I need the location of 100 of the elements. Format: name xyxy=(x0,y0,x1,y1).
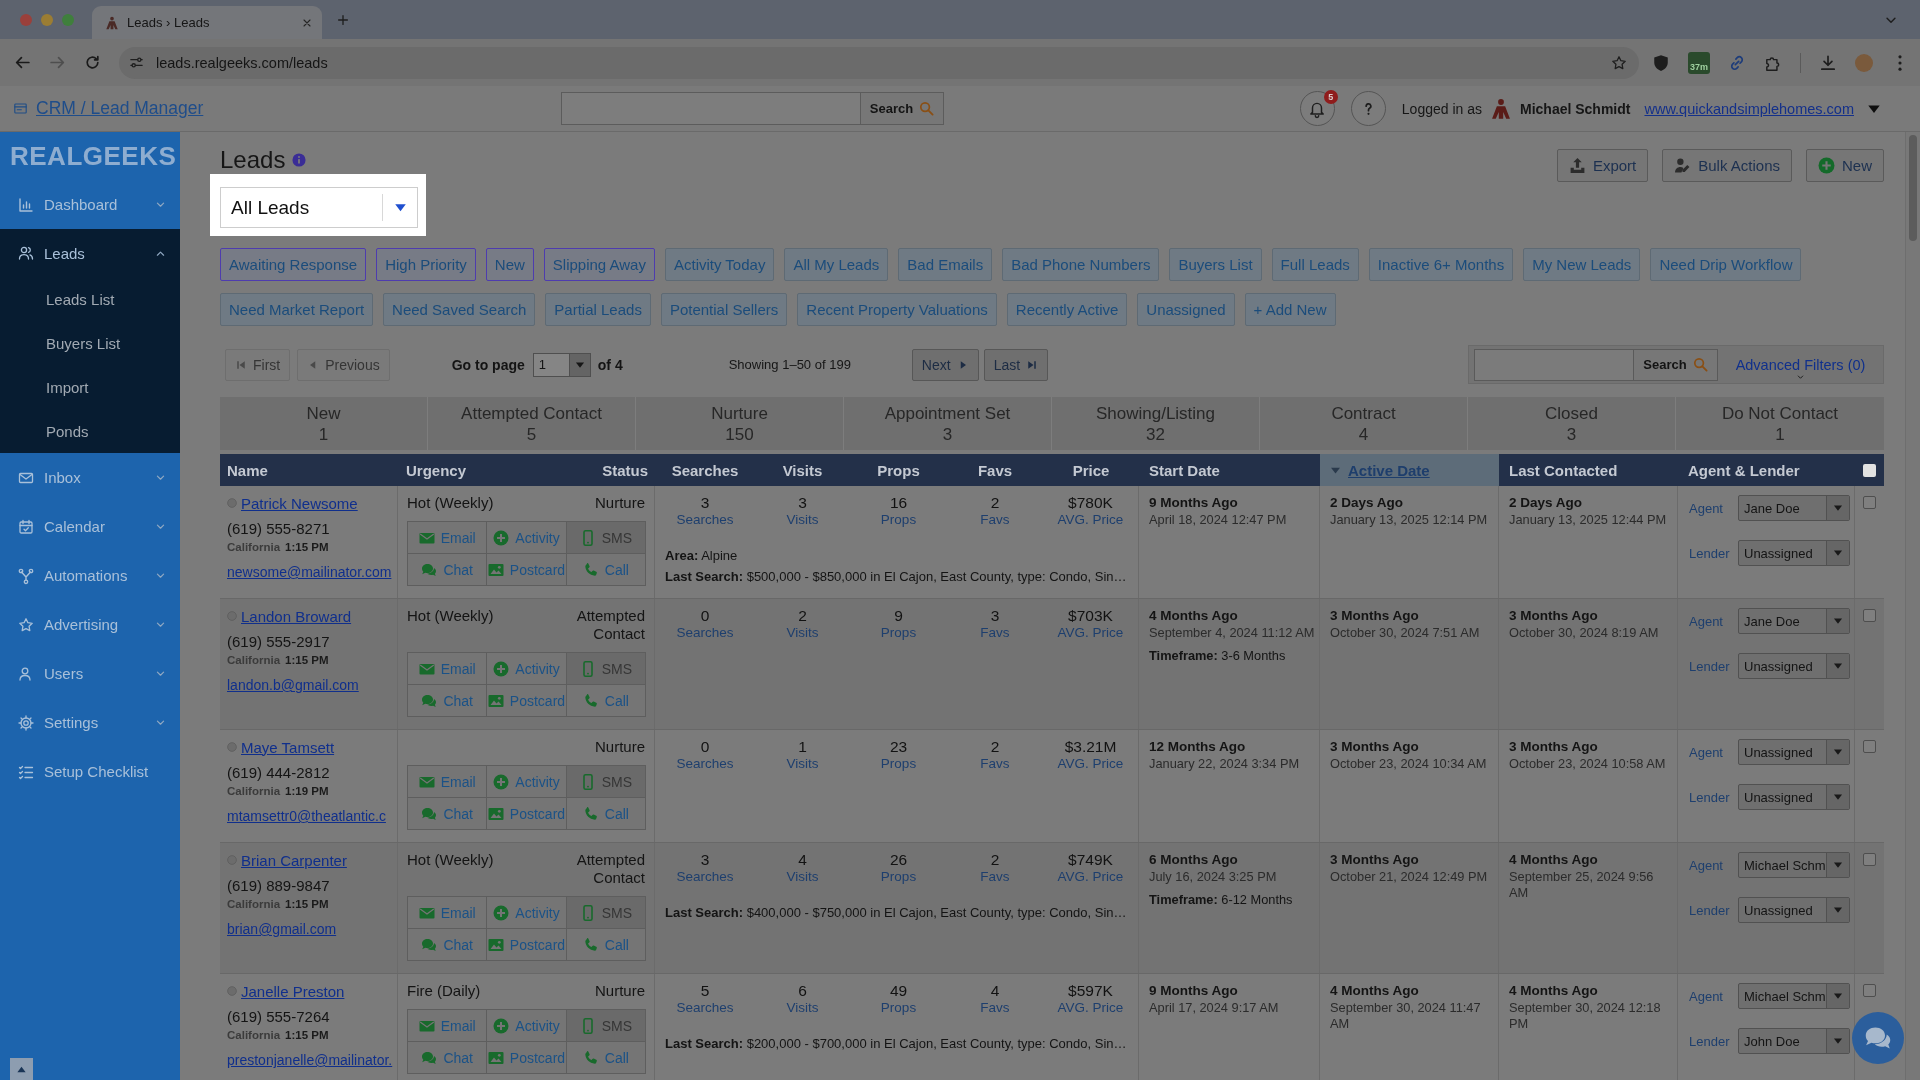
stage-name[interactable]: Attempted Contact xyxy=(461,402,602,424)
column-header[interactable]: Last Contacted xyxy=(1509,461,1618,479)
download-icon[interactable] xyxy=(1819,53,1837,72)
filter-chip[interactable]: Need Saved Search xyxy=(383,293,536,326)
search-button[interactable]: Search xyxy=(861,92,944,125)
filter-chip[interactable]: New xyxy=(485,248,534,281)
lead-name-link[interactable]: Janelle Preston xyxy=(241,982,345,1000)
email-link[interactable]: brian@gmail.com xyxy=(227,920,337,938)
email-button[interactable]: Email xyxy=(407,765,488,798)
filter-chip[interactable]: Bad Phone Numbers xyxy=(1002,248,1160,281)
filter-chip[interactable]: Partial Leads xyxy=(545,293,651,326)
page-select[interactable]: 1 xyxy=(532,352,591,377)
activity-button[interactable]: Activity xyxy=(486,521,567,554)
sidebar-item[interactable]: Settings xyxy=(0,698,180,747)
column-header[interactable]: Name xyxy=(227,461,268,479)
stage-name[interactable]: Do Not Contact xyxy=(1721,402,1839,424)
minimize-window-icon[interactable] xyxy=(41,14,53,26)
back-icon[interactable] xyxy=(14,54,31,71)
stage-name[interactable]: Closed xyxy=(1545,402,1598,424)
postcard-button[interactable]: Postcard xyxy=(486,797,567,830)
assignee-select[interactable]: Jane Doe xyxy=(1738,495,1850,521)
timer-extension-button[interactable]: 37m xyxy=(1688,51,1710,74)
filter-chip[interactable]: Bad Emails xyxy=(898,248,993,281)
avatar-icon[interactable] xyxy=(1855,53,1873,72)
new-button[interactable]: New xyxy=(1806,149,1884,182)
browser-tab[interactable]: Leads › Leads xyxy=(92,6,322,39)
stage-name[interactable]: Showing/Listing xyxy=(1095,402,1216,424)
column-header[interactable]: Urgency xyxy=(406,461,467,479)
sidebar-item[interactable]: Setup Checklist xyxy=(0,747,180,796)
filter-chip[interactable]: My New Leads xyxy=(1523,248,1641,281)
email-link[interactable]: prestonjanelle@mailinator. xyxy=(227,1051,393,1069)
help-button[interactable] xyxy=(1350,91,1386,126)
column-header[interactable]: Favs xyxy=(977,461,1013,479)
call-button[interactable]: Call xyxy=(565,553,646,586)
email-link[interactable]: newsome@mailinator.com xyxy=(227,563,392,581)
column-header[interactable]: Agent & Lender xyxy=(1688,461,1800,479)
sidebar-subitem[interactable]: Buyers List xyxy=(0,321,180,365)
sidebar-item[interactable]: Dashboard xyxy=(0,180,180,229)
email-link[interactable]: landon.b@gmail.com xyxy=(227,676,359,694)
column-header[interactable]: Visits xyxy=(782,461,823,479)
stage-name[interactable]: Appointment Set xyxy=(884,402,1011,424)
plus-icon[interactable] xyxy=(336,13,350,27)
assignee-select[interactable]: Michael Schm xyxy=(1738,852,1850,878)
row-checkbox[interactable] xyxy=(1863,609,1876,622)
chat-button[interactable]: Chat xyxy=(407,928,488,961)
info-icon[interactable] xyxy=(292,153,307,167)
last-page-button[interactable]: Last xyxy=(983,348,1049,381)
sidebar-item[interactable]: Leads xyxy=(0,229,180,277)
forward-icon[interactable] xyxy=(49,54,66,71)
email-button[interactable]: Email xyxy=(407,1009,488,1042)
tune-icon[interactable] xyxy=(129,55,144,70)
site-link[interactable]: www.quickandsimplehomes.com xyxy=(1644,100,1854,117)
row-checkbox[interactable] xyxy=(1863,740,1876,753)
row-checkbox[interactable] xyxy=(1863,984,1876,997)
filter-chip[interactable]: Potential Sellers xyxy=(660,293,788,326)
filter-chip[interactable]: Recently Active xyxy=(1006,293,1128,326)
filter-chip[interactable]: Awaiting Response xyxy=(220,248,367,281)
column-header[interactable]: Searches xyxy=(671,461,739,479)
sidebar-subitem[interactable]: Import xyxy=(0,365,180,409)
sidebar-subitem[interactable]: Ponds xyxy=(0,409,180,453)
assignee-select[interactable]: Unassigned xyxy=(1738,784,1850,810)
column-header[interactable]: Start Date xyxy=(1149,461,1220,479)
assignee-select[interactable]: Michael Schm xyxy=(1738,983,1850,1009)
email-link[interactable]: mtamsettr0@theatlantic.c xyxy=(227,807,386,825)
call-button[interactable]: Call xyxy=(565,684,646,717)
filter-chip[interactable]: All My Leads xyxy=(784,248,889,281)
search-field[interactable] xyxy=(561,92,861,125)
sidebar-item[interactable]: Automations xyxy=(0,551,180,600)
filter-chip[interactable]: Unassigned xyxy=(1137,293,1235,326)
star-icon[interactable] xyxy=(1611,54,1627,71)
scroll-top-button[interactable] xyxy=(10,1058,33,1080)
crm-link[interactable]: CRM / Lead Manager xyxy=(36,98,204,119)
chat-button[interactable]: Chat xyxy=(407,1041,488,1074)
select-all-checkbox[interactable] xyxy=(1863,463,1876,477)
row-checkbox[interactable] xyxy=(1863,496,1876,509)
bulk-actions-button[interactable]: Bulk Actions xyxy=(1662,149,1792,182)
filter-chip[interactable]: Recent Property Valuations xyxy=(797,293,997,326)
lead-name-link[interactable]: Landon Broward xyxy=(241,607,352,625)
email-button[interactable]: Email xyxy=(407,896,488,929)
logo[interactable]: REALGEEKS xyxy=(0,132,177,180)
add-filter-button[interactable]: + Add New xyxy=(1244,293,1336,326)
link-icon[interactable] xyxy=(1728,53,1746,72)
search-field[interactable] xyxy=(1474,348,1634,381)
chat-button[interactable]: Chat xyxy=(407,684,488,717)
lead-name-link[interactable]: Brian Carpenter xyxy=(241,851,347,869)
email-button[interactable]: Email xyxy=(407,652,488,685)
assignee-select[interactable]: Jane Doe xyxy=(1738,608,1850,634)
search-button[interactable]: Search xyxy=(1634,348,1718,381)
filter-chip[interactable]: Need Market Report xyxy=(220,293,374,326)
sidebar-item[interactable]: Users xyxy=(0,649,180,698)
address-bar[interactable]: leads.realgeeks.com/leads xyxy=(119,46,1639,79)
stage-name[interactable]: Nurture xyxy=(711,402,768,424)
email-button[interactable]: Email xyxy=(407,521,488,554)
call-button[interactable]: Call xyxy=(565,1041,646,1074)
filter-chip[interactable]: High Priority xyxy=(376,248,476,281)
column-header[interactable]: Active Date xyxy=(1320,454,1499,486)
column-header[interactable]: Price xyxy=(1072,461,1110,479)
postcard-button[interactable]: Postcard xyxy=(486,553,567,586)
sidebar-item[interactable]: Inbox xyxy=(0,453,180,502)
chevron-down-icon[interactable] xyxy=(1796,372,1805,381)
